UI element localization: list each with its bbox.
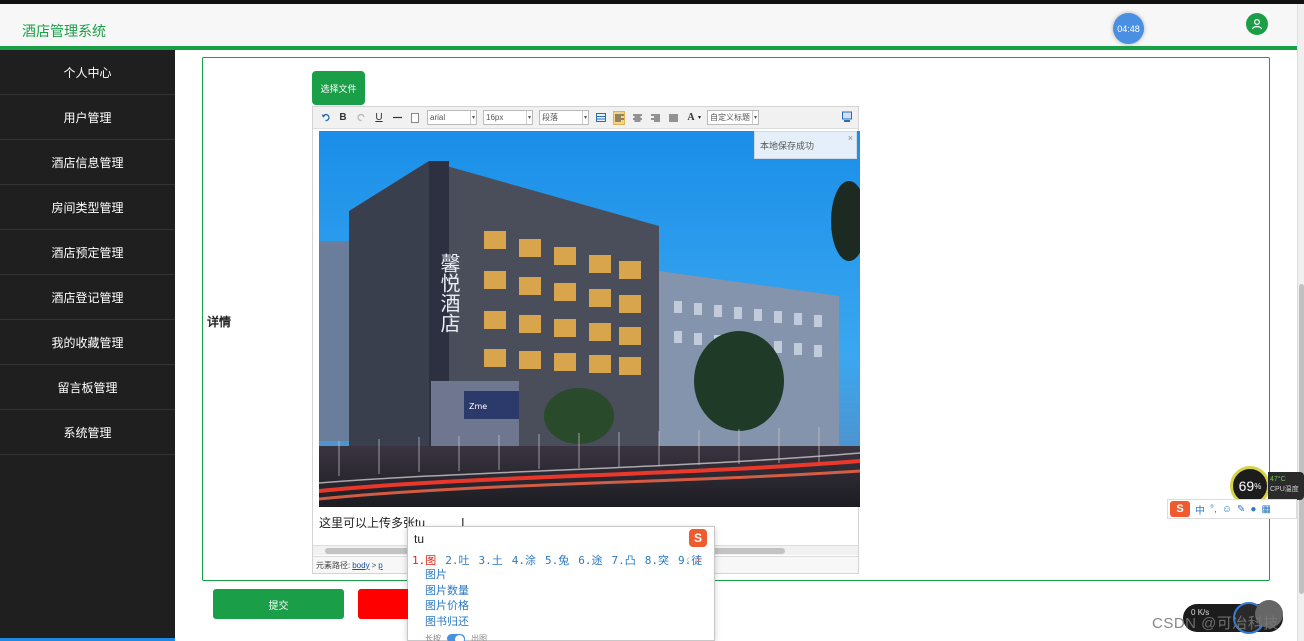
sidebar-item-system[interactable]: 系统管理 (0, 410, 175, 455)
chevron-down-icon: ▾ (582, 111, 588, 124)
photo-small-sign: Zme (469, 402, 487, 411)
path-separator: > (371, 560, 377, 570)
choose-file-button[interactable]: 选择文件 (312, 71, 365, 105)
ime-mode-chinese[interactable]: 中 (1195, 502, 1205, 517)
ime-footer: 长按 出图 (425, 633, 487, 641)
content-prefix: 这里可以上传多张 (319, 516, 416, 530)
font-size-select[interactable]: 16px ▾ (483, 110, 533, 125)
ime-suggestion[interactable]: 图书归还 (425, 615, 469, 631)
sidebar-item-room-type[interactable]: 房间类型管理 (0, 185, 175, 230)
ime-candidates: 1.图 2.吐 3.土 4.涂 5.兔 6.途 7.凸 8.突 9.徒 (412, 552, 702, 568)
sidebar-item-hotel-info[interactable]: 酒店信息管理 (0, 140, 175, 185)
path-body-link[interactable]: body (352, 561, 369, 570)
page-scrollbar[interactable] (1297, 4, 1304, 641)
undo-icon[interactable] (319, 111, 331, 125)
align-right-icon[interactable] (649, 111, 661, 125)
ime-page-nav: ‹ › (686, 552, 700, 566)
ime-suggestion[interactable]: 图片 (425, 568, 469, 584)
sidebar-item-message-board[interactable]: 留言板管理 (0, 365, 175, 410)
horizontal-rule-icon[interactable] (391, 111, 403, 125)
cpu-temp-label: CPU温度 (1270, 486, 1299, 493)
redo-icon[interactable] (355, 111, 367, 125)
user-avatar-icon[interactable] (1246, 13, 1268, 35)
sidebar-item-personal-center[interactable]: 个人中心 (0, 50, 175, 95)
ime-input-text: tu (414, 532, 425, 546)
clock-badge: 04:48 (1113, 13, 1144, 44)
sogou-logo-icon: S (1170, 501, 1190, 517)
ime-footer-label: 长按 (425, 634, 441, 641)
cpu-percent: 69 (1238, 478, 1255, 494)
ime-candidate[interactable]: 8.突 (645, 552, 669, 568)
ime-candidate[interactable]: 7.凸 (612, 552, 636, 568)
ime-candidate[interactable]: 3.土 (479, 552, 503, 568)
hotel-photo: 馨悦酒店 Zme (319, 131, 860, 507)
cpu-temp: 47°C (1270, 476, 1286, 483)
csdn-watermark: CSDN @可冶科技 (1152, 615, 1279, 632)
ime-candidate[interactable]: 2.吐 (445, 552, 469, 568)
sidebar-item-my-favorites[interactable]: 我的收藏管理 (0, 320, 175, 365)
bold-icon[interactable]: B (337, 111, 349, 125)
close-icon[interactable]: × (848, 133, 853, 143)
font-family-select[interactable]: arial ▾ (427, 110, 477, 125)
grid-icon[interactable]: ▦ (1261, 504, 1270, 515)
app-title: 酒店管理系统 (22, 23, 106, 39)
paragraph-value: 段落 (542, 113, 558, 122)
punctuation-icon[interactable]: °, (1210, 504, 1217, 515)
chevron-down-icon: ▾ (752, 111, 758, 124)
ime-suggestions: 图片 图片数量 图片价格 图书归还 (425, 568, 469, 630)
font-size-value: 16px (486, 113, 504, 122)
ime-suggestion[interactable]: 图片数量 (425, 584, 469, 600)
page-icon[interactable] (409, 111, 421, 125)
chevron-down-icon: ▾ (698, 115, 702, 121)
submit-button[interactable]: 提交 (213, 589, 344, 619)
page-scroll-thumb[interactable] (1299, 284, 1304, 594)
path-p-link[interactable]: p (378, 561, 382, 570)
ime-candidate[interactable]: 5.兔 (545, 552, 569, 568)
ime-candidate[interactable]: 4.涂 (512, 552, 536, 568)
paragraph-select[interactable]: 段落 ▾ (539, 110, 589, 125)
chevron-left-icon[interactable]: ‹ (686, 552, 690, 566)
sidebar-item-user-management[interactable]: 用户管理 (0, 95, 175, 140)
emoji-icon[interactable]: ☺ (1222, 504, 1232, 515)
toast-text: 本地保存成功 (760, 140, 815, 151)
ime-suggestion[interactable]: 图片价格 (425, 599, 469, 615)
cpu-unit: % (1254, 481, 1262, 491)
sidebar-item-hotel-booking[interactable]: 酒店预定管理 (0, 230, 175, 275)
detail-label: 详情 (207, 315, 232, 329)
sidebar-item-hotel-checkin[interactable]: 酒店登记管理 (0, 275, 175, 320)
align-justify-icon[interactable] (667, 111, 679, 125)
align-center-icon[interactable] (631, 111, 643, 125)
ime-candidate-window: tu S 1.图 2.吐 3.土 4.涂 5.兔 6.途 7.凸 8.突 9.徒… (407, 526, 715, 641)
sogou-logo-icon: S (689, 529, 707, 547)
microphone-icon[interactable]: ● (1250, 504, 1256, 515)
sidebar: 个人中心 用户管理 酒店信息管理 房间类型管理 酒店预定管理 酒店登记管理 我的… (0, 50, 175, 641)
ime-candidate[interactable]: 6.途 (578, 552, 602, 568)
font-family-value: arial (430, 113, 446, 122)
pen-icon[interactable]: ✎ (1237, 504, 1245, 515)
table-icon[interactable] (595, 111, 607, 125)
reset-button[interactable] (358, 589, 408, 619)
photo-sign-text: 馨悦酒店 (437, 253, 461, 333)
ime-toggle[interactable] (447, 634, 465, 641)
underline-icon[interactable]: U (373, 111, 385, 125)
chevron-down-icon: ▾ (470, 111, 476, 124)
align-left-icon[interactable] (613, 110, 625, 125)
cpu-temp-panel: 47°C CPU温度 (1268, 472, 1304, 500)
header: 酒店管理系统 (0, 4, 1297, 47)
editor-toolbar: B U arial ▾ 16px ▾ 段落 ▾ A ▾ 自定义标题 ▾ (313, 107, 858, 129)
rich-text-editor: B U arial ▾ 16px ▾ 段落 ▾ A ▾ 自定义标题 ▾ 馨悦酒店… (312, 106, 860, 574)
fullscreen-icon[interactable] (842, 111, 852, 123)
ime-footer-label2: 出图 (471, 634, 487, 641)
font-color-icon[interactable]: A (685, 111, 697, 125)
chevron-down-icon: ▾ (526, 111, 532, 124)
local-save-toast: 本地保存成功 × (754, 131, 857, 159)
custom-title-select[interactable]: 自定义标题 ▾ (707, 110, 760, 125)
ime-candidate[interactable]: 1.图 (412, 552, 436, 568)
header-accent-line (0, 46, 1297, 50)
custom-title-value: 自定义标题 (710, 113, 751, 122)
chevron-right-icon[interactable]: › (696, 552, 700, 566)
path-label: 元素路径: (316, 560, 351, 570)
ime-status-bar[interactable]: S 中 °, ☺ ✎ ● ▦ (1167, 499, 1297, 519)
